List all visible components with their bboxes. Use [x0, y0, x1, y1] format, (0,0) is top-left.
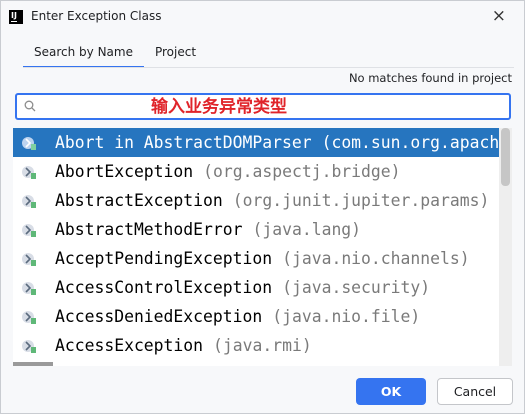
- exception-class-icon: [22, 223, 36, 237]
- result-package: (java.lang): [252, 220, 362, 239]
- result-row[interactable]: AbstractMethodError (java.lang): [13, 215, 512, 244]
- result-row[interactable]: AbstractException (org.junit.jupiter.para…: [13, 186, 512, 215]
- search-input-value[interactable]: 输入业务异常类型: [151, 95, 287, 119]
- result-class-name: AccessException: [55, 336, 204, 355]
- result-package: (java.nio.channels): [282, 249, 470, 268]
- tab-project[interactable]: Project: [144, 43, 207, 67]
- result-row[interactable]: AccessException (java.rmi): [13, 331, 512, 360]
- exception-class-icon: [22, 136, 36, 150]
- results-list[interactable]: Abort in AbstractDOMParser (com.sun.org.a…: [13, 128, 512, 366]
- cancel-button[interactable]: Cancel: [437, 378, 513, 405]
- tab-bar: Search by Name Project: [23, 43, 207, 68]
- exception-class-icon: [22, 310, 36, 324]
- result-row[interactable]: AcceptPendingException (java.nio.channels…: [13, 244, 512, 273]
- result-class-name: AcceptPendingException: [55, 249, 273, 268]
- exception-class-icon: [22, 165, 36, 179]
- result-package: (java.security): [282, 278, 431, 297]
- result-row[interactable]: AccessDeniedException (java.nio.file): [13, 302, 512, 331]
- search-field[interactable]: 输入业务异常类型: [15, 93, 511, 120]
- result-package: (java.nio.file): [272, 307, 421, 326]
- status-text: No matches found in project: [348, 71, 512, 85]
- result-class-name: AbstractMethodError: [55, 220, 243, 239]
- result-package: (org.junit.jupiter.params): [232, 191, 490, 210]
- exception-class-dialog: IJ Enter Exception Class × Search by Nam…: [0, 0, 525, 414]
- search-icon: [24, 100, 36, 112]
- result-row[interactable]: AbortException (org.aspectj.bridge): [13, 157, 512, 186]
- title-bar: IJ Enter Exception Class ×: [1, 1, 524, 35]
- ok-button[interactable]: OK: [356, 378, 426, 405]
- partial-row: [13, 360, 512, 366]
- result-class-name: Abort in AbstractDOMParser: [55, 133, 312, 152]
- exception-class-icon: [22, 281, 36, 295]
- exception-class-icon: [22, 339, 36, 353]
- result-package: (org.aspectj.bridge): [203, 162, 401, 181]
- scrollbar-thumb[interactable]: [501, 128, 510, 186]
- result-package: (java.rmi): [213, 336, 312, 355]
- tab-search-by-name[interactable]: Search by Name: [23, 43, 144, 68]
- result-package: (com.sun.org.apache.xerces.internal.pars…: [321, 133, 512, 152]
- result-row[interactable]: AccessControlException (java.security): [13, 273, 512, 302]
- result-class-name: AccessDeniedException: [55, 307, 263, 326]
- exception-class-icon: [22, 194, 36, 208]
- list-scrollbar[interactable]: [499, 128, 512, 366]
- intellij-icon: IJ: [9, 10, 23, 24]
- tab-divider: [23, 67, 514, 68]
- result-class-name: AbortException: [55, 162, 194, 181]
- result-class-name: AccessControlException: [55, 278, 273, 297]
- dialog-title: Enter Exception Class: [31, 9, 162, 23]
- result-class-name: AbstractException: [55, 191, 223, 210]
- result-row[interactable]: Abort in AbstractDOMParser (com.sun.org.a…: [13, 128, 512, 157]
- exception-class-icon: [22, 252, 36, 266]
- partial-row-icon: [13, 362, 53, 366]
- close-icon[interactable]: ×: [492, 6, 506, 26]
